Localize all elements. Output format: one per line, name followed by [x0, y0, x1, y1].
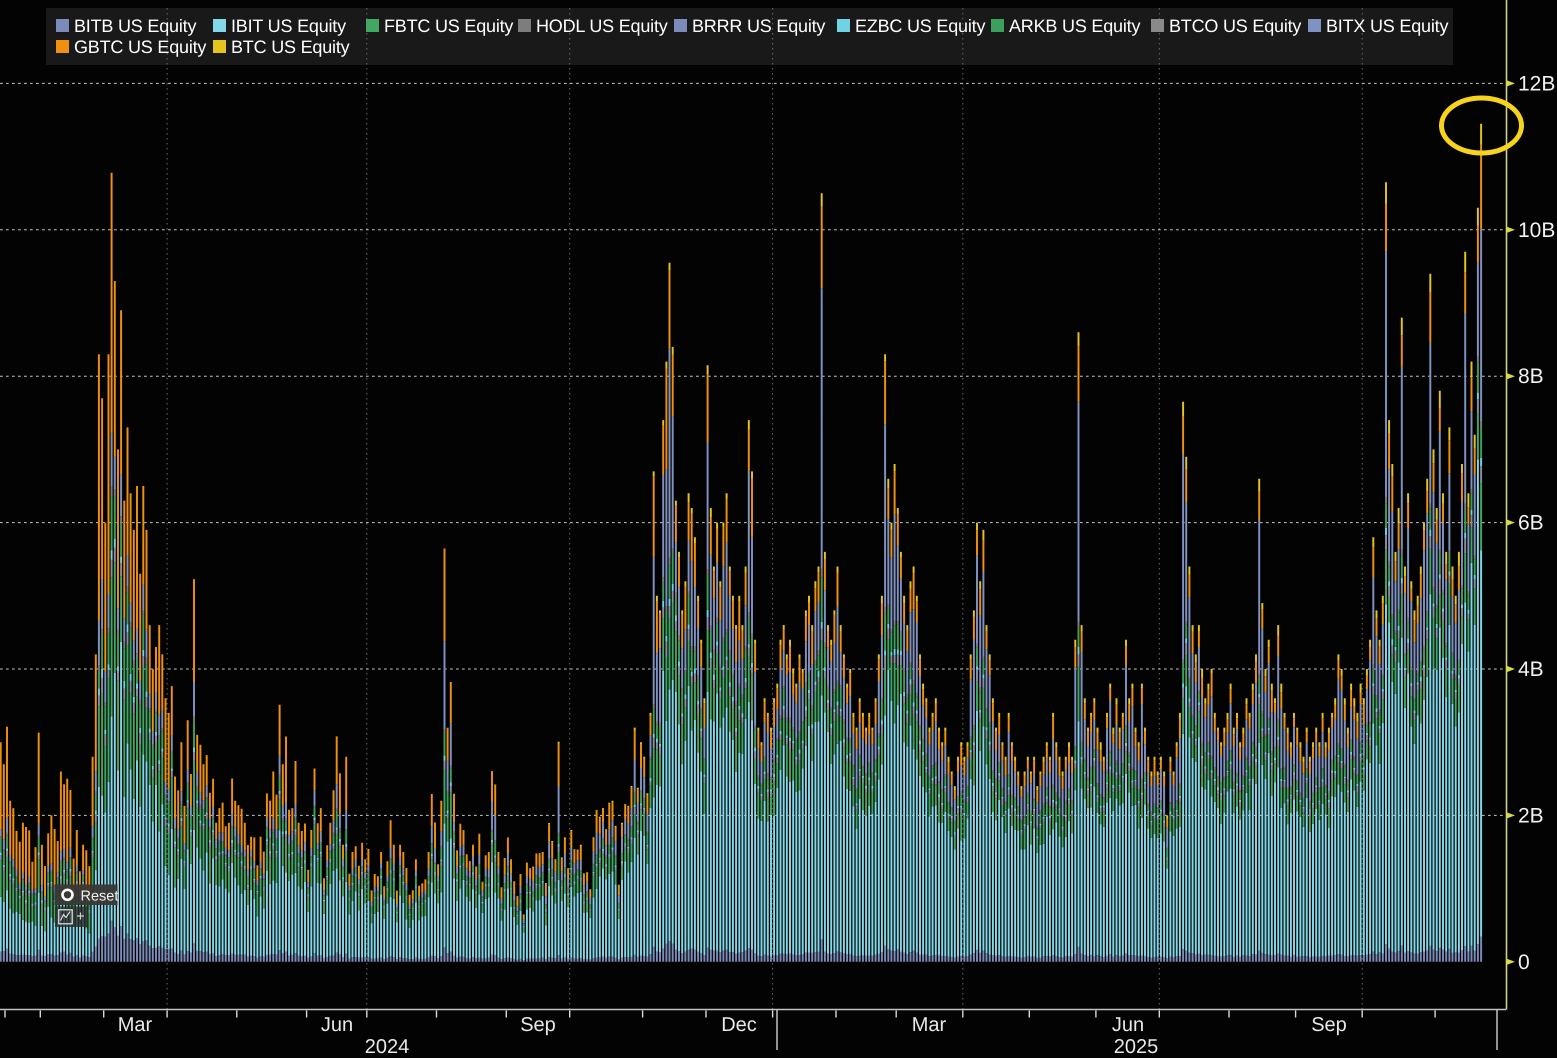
svg-text:BITX US Equity: BITX US Equity	[1326, 16, 1448, 36]
svg-text:Mar: Mar	[912, 1014, 947, 1036]
svg-text:BITB US Equity: BITB US Equity	[74, 16, 196, 36]
svg-text:Dec: Dec	[721, 1014, 757, 1036]
svg-text:Reset: Reset	[81, 889, 119, 905]
svg-text:IBIT US Equity: IBIT US Equity	[231, 16, 346, 36]
svg-text:Sep: Sep	[520, 1014, 556, 1036]
svg-text:FBTC US Equity: FBTC US Equity	[384, 16, 513, 36]
svg-text:4B: 4B	[1518, 658, 1544, 681]
svg-text:HODL US Equity: HODL US Equity	[536, 16, 668, 36]
svg-text:ARKB US Equity: ARKB US Equity	[1009, 16, 1140, 36]
svg-text:BTC US Equity: BTC US Equity	[231, 37, 350, 57]
svg-text:2025: 2025	[1114, 1036, 1159, 1058]
svg-text:12B: 12B	[1518, 72, 1555, 95]
svg-text:10B: 10B	[1518, 219, 1555, 242]
svg-text:Sep: Sep	[1311, 1014, 1347, 1036]
svg-text:GBTC US Equity: GBTC US Equity	[74, 37, 206, 57]
svg-text:6B: 6B	[1518, 512, 1544, 535]
svg-text:Mar: Mar	[118, 1014, 153, 1036]
svg-text:2B: 2B	[1518, 804, 1544, 827]
svg-text:Jun: Jun	[321, 1014, 353, 1036]
svg-text:8B: 8B	[1518, 365, 1544, 388]
svg-text:BRRR US Equity: BRRR US Equity	[692, 16, 825, 36]
svg-text:EZBC US Equity: EZBC US Equity	[855, 16, 985, 36]
svg-text:2024: 2024	[365, 1036, 410, 1058]
svg-text:Jun: Jun	[1112, 1014, 1144, 1036]
svg-text:0: 0	[1518, 951, 1530, 974]
svg-text:BTCO US Equity: BTCO US Equity	[1169, 16, 1301, 36]
